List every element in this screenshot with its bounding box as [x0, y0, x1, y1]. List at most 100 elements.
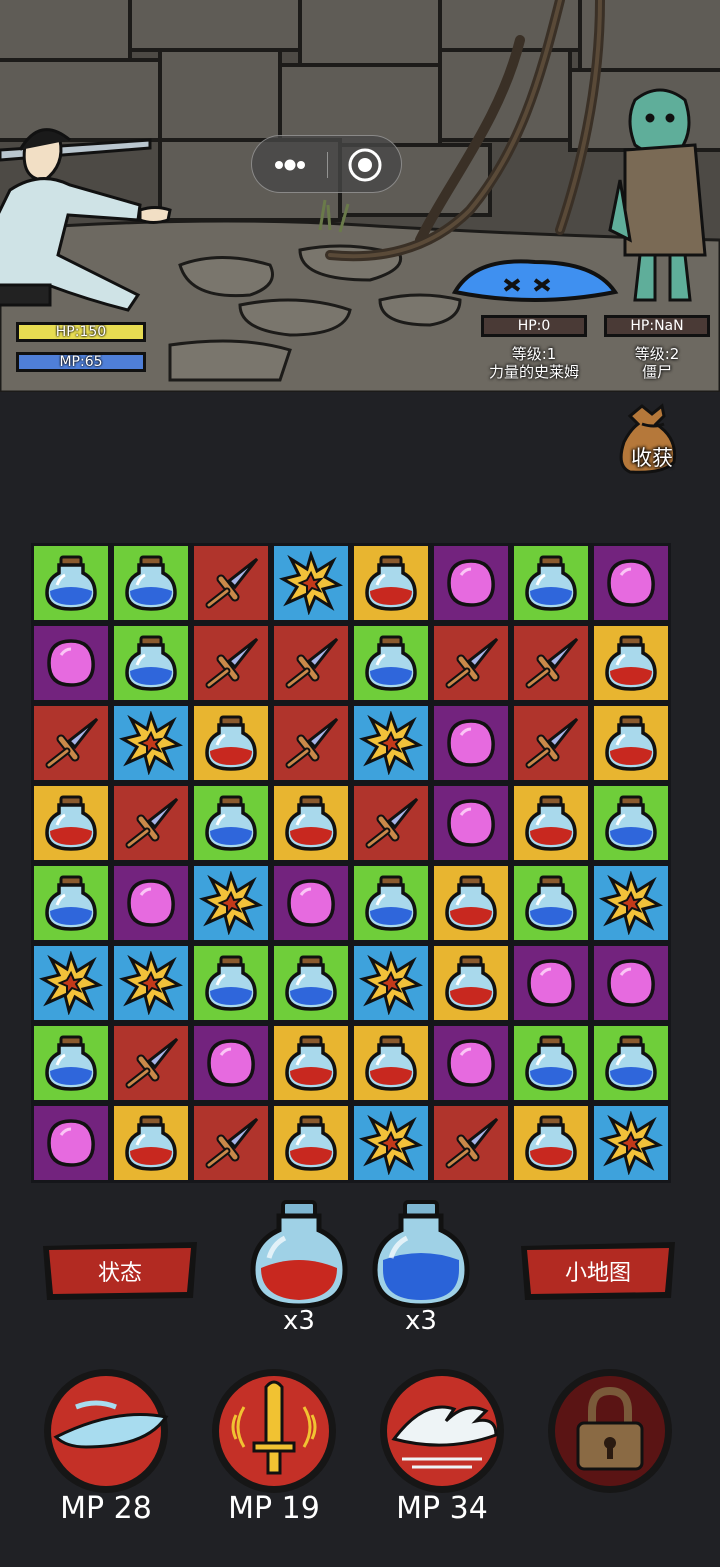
board-tile-blue[interactable] — [511, 863, 591, 943]
board-tile-sword[interactable] — [511, 703, 591, 783]
board-tile-burst[interactable] — [591, 863, 671, 943]
board-tile-burst[interactable] — [351, 703, 431, 783]
explosion-icon — [599, 871, 663, 935]
skill-locked[interactable] — [540, 1367, 680, 1537]
slime-level: 等级:1 — [511, 345, 557, 363]
board-tile-orb[interactable] — [431, 703, 511, 783]
magic-orb-icon — [527, 959, 575, 1007]
board-tile-sword[interactable] — [191, 1103, 271, 1183]
board-tile-blue[interactable] — [191, 783, 271, 863]
skill-wave-strike[interactable]: MP 34 — [372, 1367, 512, 1537]
board-tile-red[interactable] — [271, 1023, 351, 1103]
blue-potion-icon — [285, 955, 337, 1011]
board-tile-burst[interactable] — [191, 863, 271, 943]
board-tile-blue[interactable] — [111, 623, 191, 703]
board-tile-blue[interactable] — [511, 1023, 591, 1103]
wind-slash-icon — [44, 1369, 169, 1493]
board-tile-red[interactable] — [431, 943, 511, 1023]
board-tile-sword[interactable] — [31, 703, 111, 783]
board-tile-orb[interactable] — [111, 863, 191, 943]
board-tile-blue[interactable] — [191, 943, 271, 1023]
board-tile-sword[interactable] — [111, 783, 191, 863]
blue-potion-icon — [605, 795, 657, 851]
dagger-icon — [125, 1037, 179, 1089]
magic-orb-icon — [447, 719, 495, 767]
board-tile-blue[interactable] — [31, 543, 111, 623]
hp-potion-button[interactable]: x3 — [249, 1198, 349, 1348]
board-tile-red[interactable] — [591, 703, 671, 783]
board-tile-burst[interactable] — [591, 1103, 671, 1183]
board-tile-orb[interactable] — [431, 783, 511, 863]
explosion-icon — [599, 1111, 663, 1175]
board-tile-sword[interactable] — [431, 623, 511, 703]
board-tile-burst[interactable] — [351, 1103, 431, 1183]
magic-orb-icon — [127, 879, 175, 927]
board-tile-orb[interactable] — [431, 543, 511, 623]
magic-orb-icon — [607, 959, 655, 1007]
board-tile-sword[interactable] — [271, 703, 351, 783]
dagger-icon — [205, 637, 259, 689]
board-tile-red[interactable] — [591, 623, 671, 703]
board-tile-red[interactable] — [271, 783, 351, 863]
board-tile-orb[interactable] — [591, 943, 671, 1023]
board-tile-burst[interactable] — [111, 703, 191, 783]
board-tile-sword[interactable] — [351, 783, 431, 863]
board-tile-sword[interactable] — [191, 623, 271, 703]
more-dots-icon[interactable] — [252, 136, 327, 194]
board-tile-orb[interactable] — [31, 623, 111, 703]
minimap-button[interactable]: 小地图 — [517, 1240, 679, 1302]
board-tile-sword[interactable] — [511, 623, 591, 703]
board-tile-red[interactable] — [31, 783, 111, 863]
explosion-icon — [359, 1111, 423, 1175]
board-tile-red[interactable] — [111, 1103, 191, 1183]
board-tile-red[interactable] — [351, 1023, 431, 1103]
board-tile-sword[interactable] — [271, 623, 351, 703]
board-tile-orb[interactable] — [431, 1023, 511, 1103]
hp-potion-count: x3 — [283, 1306, 315, 1336]
board-tile-blue[interactable] — [351, 623, 431, 703]
explosion-icon — [359, 951, 423, 1015]
magic-orb-icon — [207, 1039, 255, 1087]
magic-orb-icon — [287, 879, 335, 927]
board-tile-blue[interactable] — [31, 863, 111, 943]
board-tile-burst[interactable] — [351, 943, 431, 1023]
mp-potion-button[interactable]: x3 — [371, 1198, 471, 1348]
blue-potion-icon — [525, 1035, 577, 1091]
board-tile-blue[interactable] — [271, 943, 351, 1023]
board-tile-red[interactable] — [431, 863, 511, 943]
dagger-icon — [285, 637, 339, 689]
board-tile-sword[interactable] — [111, 1023, 191, 1103]
board-tile-burst[interactable] — [111, 943, 191, 1023]
board-tile-burst[interactable] — [31, 943, 111, 1023]
board-tile-red[interactable] — [511, 1103, 591, 1183]
minimap-label: 小地图 — [564, 1261, 631, 1286]
board-tile-orb[interactable] — [591, 543, 671, 623]
board-tile-blue[interactable] — [31, 1023, 111, 1103]
explosion-icon — [199, 871, 263, 935]
board-tile-blue[interactable] — [591, 1023, 671, 1103]
board-tile-sword[interactable] — [431, 1103, 511, 1183]
harvest-button[interactable]: 收获 — [612, 398, 692, 478]
board-tile-burst[interactable] — [271, 543, 351, 623]
board-tile-blue[interactable] — [351, 863, 431, 943]
red-potion-icon — [525, 795, 577, 851]
status-label: 状态 — [97, 1261, 142, 1286]
board-tile-orb[interactable] — [271, 863, 351, 943]
target-close-icon[interactable] — [328, 136, 403, 194]
board-tile-red[interactable] — [511, 783, 591, 863]
dagger-icon — [285, 717, 339, 769]
board-tile-orb[interactable] — [511, 943, 591, 1023]
red-potion-icon — [45, 795, 97, 851]
status-button[interactable]: 状态 — [39, 1240, 201, 1302]
board-tile-blue[interactable] — [111, 543, 191, 623]
board-tile-blue[interactable] — [591, 783, 671, 863]
board-tile-orb[interactable] — [191, 1023, 271, 1103]
board-tile-blue[interactable] — [511, 543, 591, 623]
board-tile-red[interactable] — [191, 703, 271, 783]
board-tile-red[interactable] — [351, 543, 431, 623]
board-tile-sword[interactable] — [191, 543, 271, 623]
skill-wind-slash[interactable]: MP 28 — [36, 1367, 176, 1537]
board-tile-orb[interactable] — [31, 1103, 111, 1183]
skill-holy-sword[interactable]: MP 19 — [204, 1367, 344, 1537]
board-tile-red[interactable] — [271, 1103, 351, 1183]
